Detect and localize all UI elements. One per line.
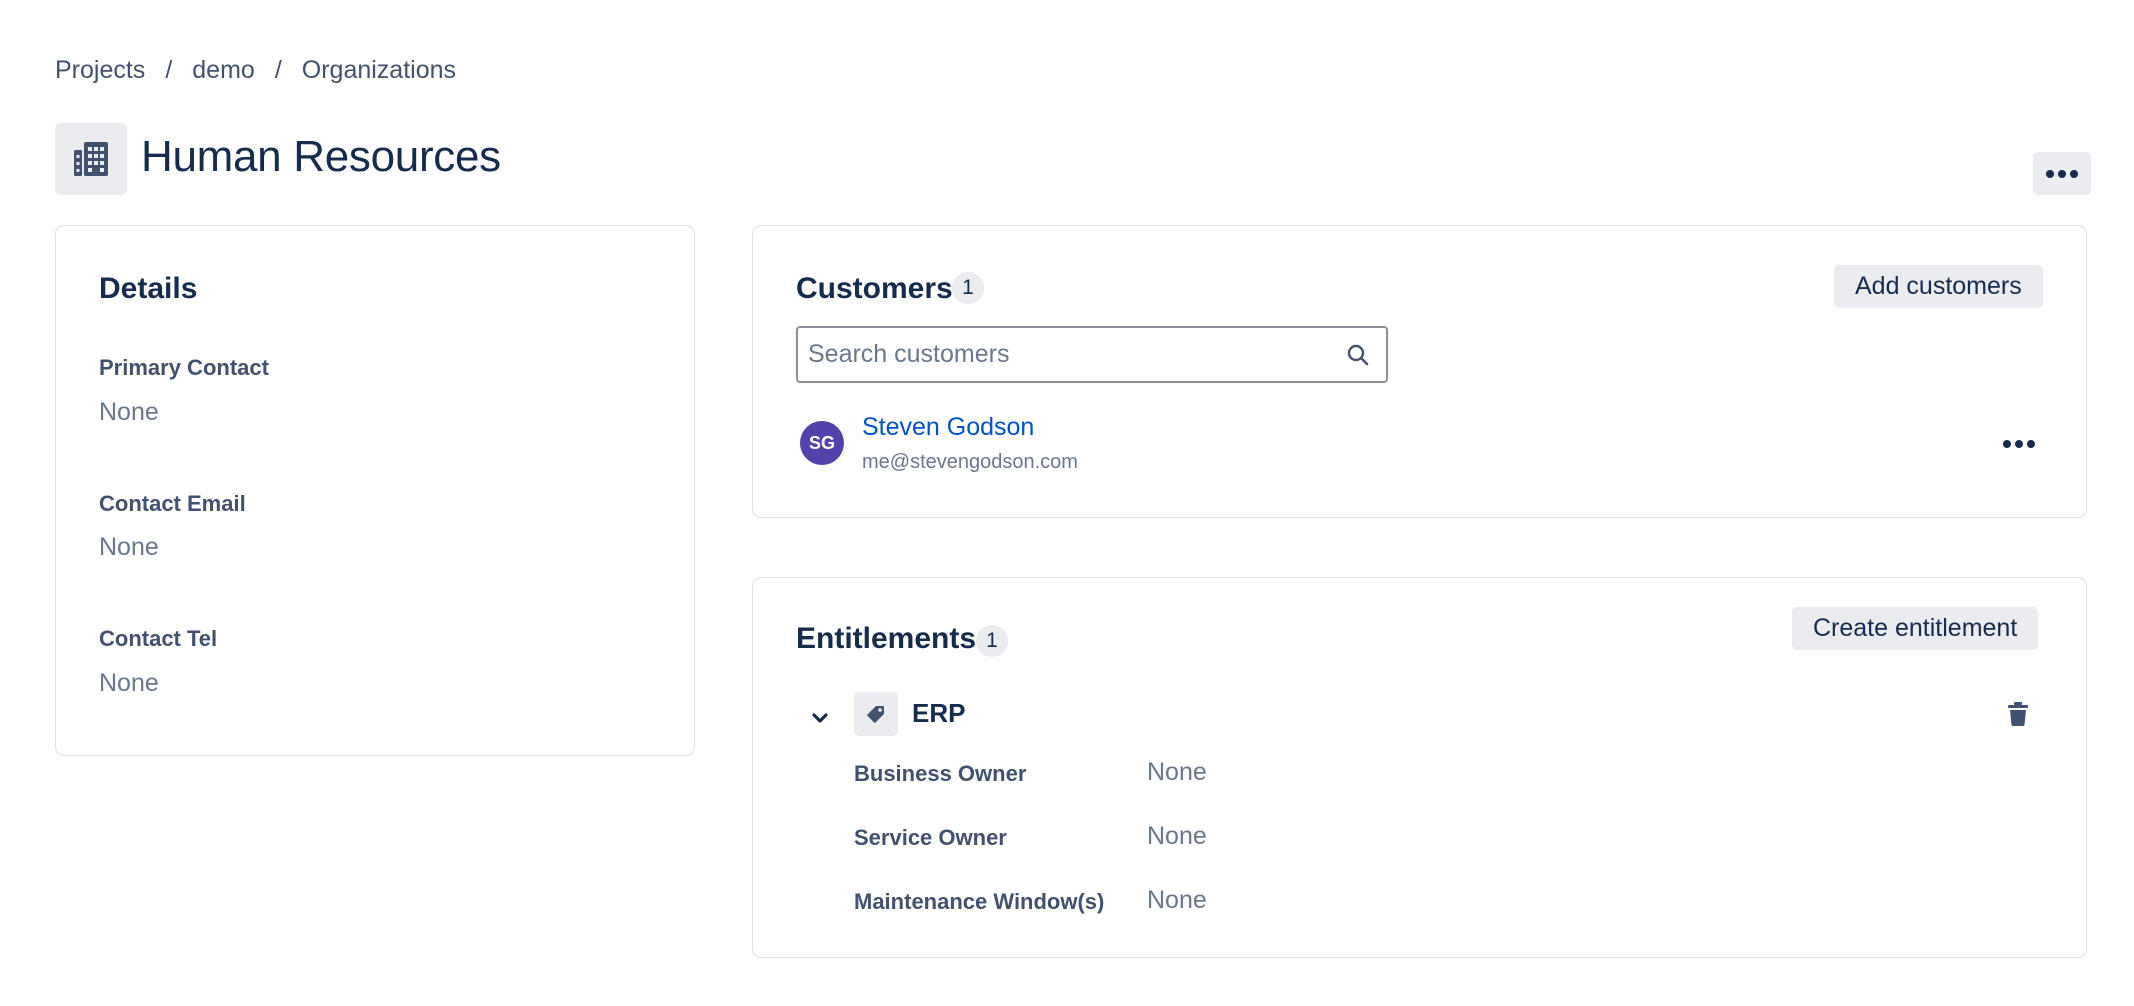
more-actions-button[interactable]: [2033, 152, 2091, 195]
maintenance-window-value: None: [1147, 886, 1207, 914]
create-entitlement-button[interactable]: Create entitlement: [1792, 607, 2039, 650]
primary-contact-value: None: [99, 398, 159, 426]
entitlement-name: ERP: [912, 698, 966, 728]
organization-page: Projects / demo / Organizations Human Re…: [0, 0, 2134, 1006]
contact-email-label: Contact Email: [99, 491, 246, 516]
chevron-down-icon[interactable]: [808, 706, 832, 730]
maintenance-window-label: Maintenance Window(s): [854, 889, 1105, 914]
building-icon: [55, 123, 127, 195]
breadcrumb-organizations[interactable]: Organizations: [302, 56, 456, 85]
more-horizontal-icon: [2046, 169, 2078, 178]
trash-icon[interactable]: [2004, 700, 2032, 728]
breadcrumb: Projects / demo / Organizations: [55, 56, 456, 85]
page-title: Human Resources: [141, 132, 501, 181]
details-card: Details Primary Contact None Contact Ema…: [55, 225, 695, 756]
customer-more-button[interactable]: [1994, 426, 2044, 462]
customers-count-badge: 1: [952, 272, 984, 304]
avatar: SG: [800, 421, 844, 465]
search-input[interactable]: [808, 328, 1328, 381]
entitlements-card: Entitlements 1 Create entitlement ERP Bu…: [752, 577, 2087, 958]
primary-contact-label: Primary Contact: [99, 355, 269, 380]
search-customers-field[interactable]: [796, 326, 1388, 383]
business-owner-label: Business Owner: [854, 761, 1027, 786]
breadcrumb-demo[interactable]: demo: [192, 56, 255, 85]
business-owner-value: None: [1147, 758, 1207, 786]
add-customers-button[interactable]: Add customers: [1834, 265, 2043, 308]
contact-tel-value: None: [99, 669, 159, 697]
service-owner-value: None: [1147, 822, 1207, 850]
breadcrumb-separator: /: [165, 56, 173, 84]
breadcrumb-projects[interactable]: Projects: [55, 56, 145, 85]
details-heading: Details: [99, 272, 198, 305]
entitlements-count-badge: 1: [976, 625, 1008, 657]
customers-card: Customers 1 Add customers SG Steven Gods…: [752, 225, 2087, 518]
entitlements-heading: Entitlements: [796, 622, 977, 655]
contact-tel-label: Contact Tel: [99, 626, 218, 651]
service-owner-label: Service Owner: [854, 825, 1007, 850]
more-horizontal-icon: [2003, 440, 2035, 448]
customer-email: me@stevengodson.com: [862, 451, 1078, 473]
breadcrumb-separator: /: [274, 56, 282, 84]
customers-heading: Customers: [796, 272, 953, 305]
contact-email-value: None: [99, 533, 159, 561]
customer-name-link[interactable]: Steven Godson: [862, 413, 1034, 442]
tag-icon: [854, 692, 898, 736]
search-icon[interactable]: [1346, 343, 1370, 367]
